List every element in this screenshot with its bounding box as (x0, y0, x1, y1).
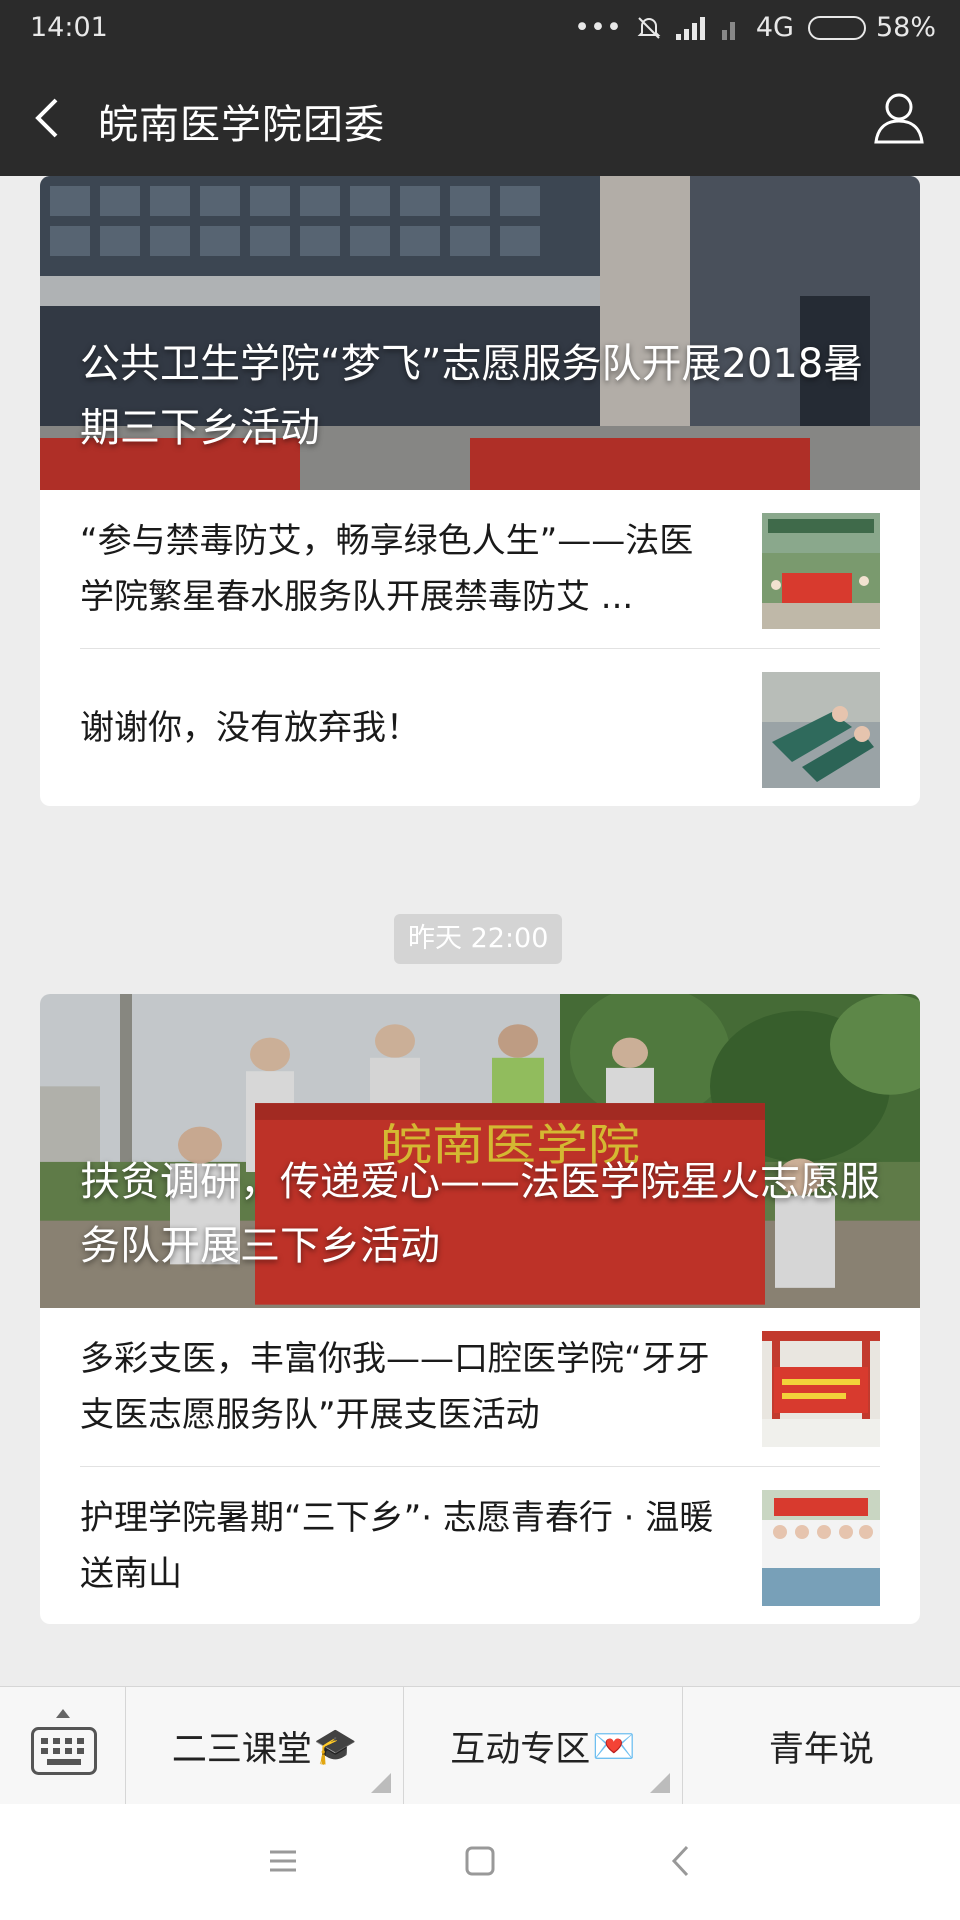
article-thumbnail (762, 672, 880, 788)
signal-bars-icon (675, 16, 705, 40)
article-cover-title: 扶贫调研，传递爱心——法医学院星火志愿服务队开展三下乡活动 (80, 1159, 880, 1269)
more-dots-icon: ••• (574, 12, 622, 43)
article-card: 公共卫生学院“梦飞”志愿服务队开展2018暑期三下乡活动 “参与禁毒防艾，畅享绿… (40, 176, 920, 806)
keyboard-toggle-button[interactable] (0, 1687, 126, 1805)
article-item-title: 护理学院暑期“三下乡”· 志愿青春行 · 温暖送南山 (80, 1498, 714, 1594)
article-item-title: “参与禁毒防艾，畅享绿色人生”——法医学院繁星春水服务队开展禁毒防艾 ... (80, 521, 694, 617)
menu-lines-icon[interactable] (258, 1836, 308, 1886)
article-cover-title: 公共卫生学院“梦飞”志愿服务队开展2018暑期三下乡活动 (80, 341, 864, 451)
status-bar: 14:01 ••• 4G 58% (0, 0, 960, 60)
article-thumbnail (762, 513, 880, 629)
menu-item-ersan-classroom[interactable]: 二三课堂 🎓 (126, 1687, 405, 1805)
battery-percent: 58% (875, 12, 936, 43)
header-bar: 皖南医学院团委 (0, 60, 960, 176)
article-list-item[interactable]: 谢谢你，没有放弃我！ (80, 648, 880, 806)
signal-bars-secondary-icon (721, 21, 735, 40)
timestamp-badge: 昨天 22:00 (394, 914, 563, 964)
submenu-indicator-icon (371, 1773, 392, 1793)
article-card: 皖南医学院 扶贫调研，传递爱心——法医学院星火志愿服务队开展三下乡活动 多彩支医… (40, 994, 920, 1624)
back-arrow-icon[interactable] (657, 1836, 707, 1886)
home-square-icon[interactable] (455, 1836, 505, 1886)
menu-item-label: 互动专区 (450, 1729, 591, 1770)
article-list-item[interactable]: 护理学院暑期“三下乡”· 志愿青春行 · 温暖送南山 (80, 1466, 880, 1624)
menu-item-youth-talk[interactable]: 青年说 (683, 1687, 960, 1805)
person-icon[interactable] (872, 90, 926, 146)
caret-up-icon (56, 1709, 70, 1718)
page-title: 皖南医学院团委 (98, 102, 385, 148)
graduation-cap-icon: 🎓 (313, 1726, 358, 1767)
keyboard-icon (31, 1727, 97, 1775)
menu-item-label: 青年说 (768, 1729, 874, 1770)
custom-menu-bar: 二三课堂 🎓 互动专区 💌 青年说 (0, 1686, 960, 1805)
article-item-title: 谢谢你，没有放弃我！ (80, 708, 420, 748)
article-thumbnail (762, 1331, 880, 1447)
article-cover[interactable]: 皖南医学院 扶贫调研，传递爱心——法医学院星火志愿服务队开展三下乡活动 (40, 994, 920, 1308)
chevron-left-icon[interactable] (28, 94, 68, 142)
article-list-item[interactable]: 多彩支医，丰富你我——口腔医学院“牙牙支医志愿服务队”开展支医活动 (80, 1308, 880, 1466)
article-list-item[interactable]: “参与禁毒防艾，畅享绿色人生”——法医学院繁星春水服务队开展禁毒防艾 ... (80, 490, 880, 648)
menu-item-label: 二三课堂 (171, 1729, 312, 1770)
system-nav-bar (0, 1804, 960, 1920)
battery-indicator: 58% (807, 12, 936, 43)
article-item-title: 多彩支医，丰富你我——口腔医学院“牙牙支医志愿服务队”开展支医活动 (80, 1339, 710, 1435)
article-thumbnail (762, 1490, 880, 1606)
message-feed[interactable]: 公共卫生学院“梦飞”志愿服务队开展2018暑期三下乡活动 “参与禁毒防艾，畅享绿… (0, 176, 960, 1686)
battery-icon (807, 15, 866, 40)
status-icons: ••• 4G 58% (574, 12, 936, 43)
menu-item-interaction-zone[interactable]: 互动专区 💌 (404, 1687, 683, 1805)
submenu-indicator-icon (649, 1773, 670, 1793)
network-type: 4G (755, 12, 794, 43)
silent-mode-icon (637, 16, 661, 39)
status-time: 14:01 (30, 12, 108, 43)
love-letter-icon: 💌 (592, 1726, 636, 1767)
article-cover[interactable]: 公共卫生学院“梦飞”志愿服务队开展2018暑期三下乡活动 (40, 176, 920, 490)
